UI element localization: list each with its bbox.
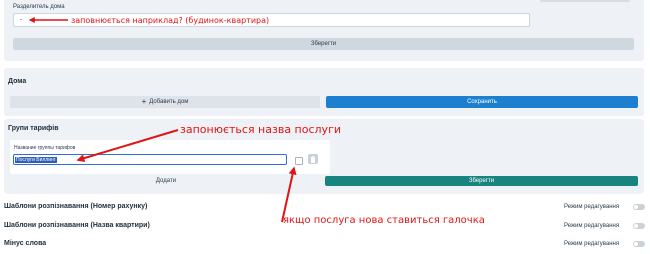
annotation-arrows (28, 17, 297, 223)
service-name-arrow (76, 129, 179, 162)
checkbox-arrow (281, 166, 297, 223)
